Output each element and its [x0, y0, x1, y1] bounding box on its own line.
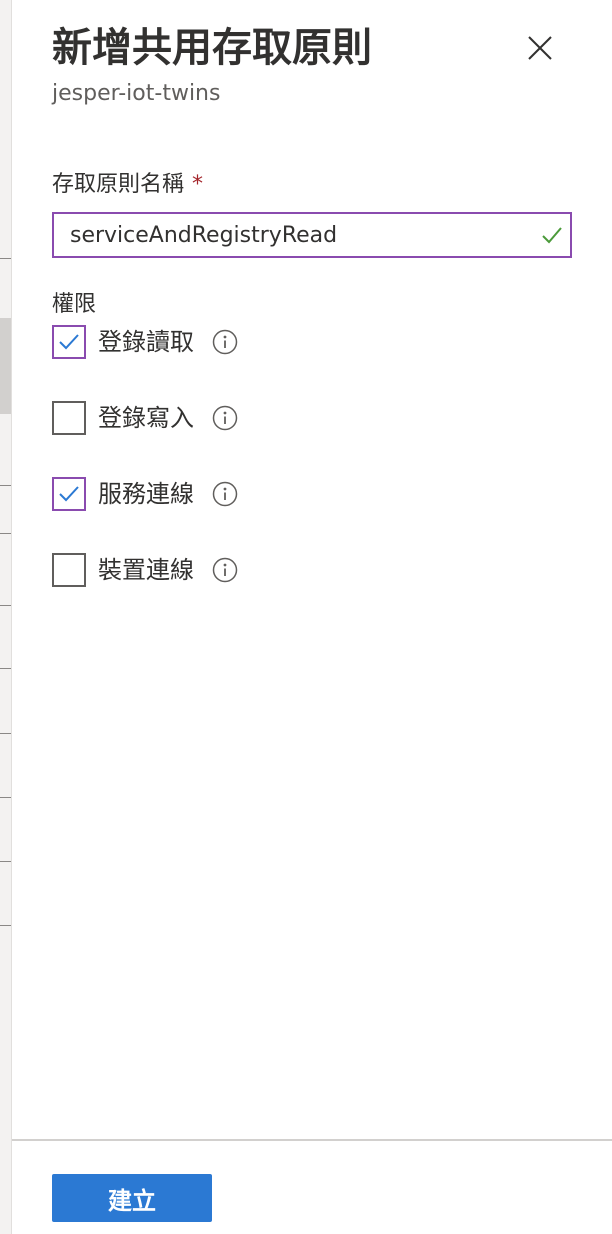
permission-row-registry-read[interactable]: 登錄讀取	[52, 325, 238, 359]
background-row-divider	[0, 733, 11, 734]
policy-name-label-text: 存取原則名稱	[52, 172, 185, 197]
background-row-divider	[0, 797, 11, 798]
service-connect-label: 服務連線	[98, 480, 194, 508]
permission-row-device-connect[interactable]: 裝置連線	[52, 553, 238, 587]
checkmark-icon	[59, 486, 79, 502]
registry-write-checkbox[interactable]	[52, 401, 86, 435]
info-icon[interactable]	[212, 405, 238, 431]
device-connect-checkbox[interactable]	[52, 553, 86, 587]
service-connect-checkbox[interactable]	[52, 477, 86, 511]
panel-title: 新增共用存取原則	[52, 25, 372, 71]
background-blade-edge	[0, 0, 12, 1234]
background-row-divider	[0, 668, 11, 669]
required-marker: *	[192, 172, 204, 197]
checkmark-icon	[542, 227, 562, 244]
policy-name-field[interactable]	[52, 212, 572, 258]
registry-read-checkbox[interactable]	[52, 325, 86, 359]
permission-row-service-connect[interactable]: 服務連線	[52, 477, 238, 511]
create-button[interactable]: 建立	[52, 1174, 212, 1222]
info-icon[interactable]	[212, 557, 238, 583]
device-connect-label: 裝置連線	[98, 556, 194, 584]
permissions-label: 權限	[52, 292, 97, 317]
checkmark-icon	[59, 334, 79, 350]
info-icon[interactable]	[212, 329, 238, 355]
policy-name-label: 存取原則名稱 *	[52, 170, 203, 200]
close-icon[interactable]	[522, 30, 558, 66]
background-row-divider	[0, 861, 11, 862]
registry-read-label: 登錄讀取	[98, 328, 194, 356]
background-row-divider	[0, 605, 11, 606]
background-row-divider	[0, 533, 11, 534]
background-row-divider	[0, 485, 11, 486]
info-icon[interactable]	[212, 481, 238, 507]
registry-write-label: 登錄寫入	[98, 404, 194, 432]
permission-row-registry-write[interactable]: 登錄寫入	[52, 401, 238, 435]
background-scroll-thumb	[0, 318, 11, 414]
panel-subtitle: jesper-iot-twins	[52, 81, 221, 106]
add-shared-access-policy-panel: 新增共用存取原則 jesper-iot-twins 存取原則名稱 * 權限 登錄讀…	[12, 0, 612, 1234]
background-row-divider	[0, 258, 11, 259]
footer-divider	[12, 1139, 612, 1141]
background-row-divider	[0, 925, 11, 926]
policy-name-input[interactable]	[70, 214, 530, 256]
